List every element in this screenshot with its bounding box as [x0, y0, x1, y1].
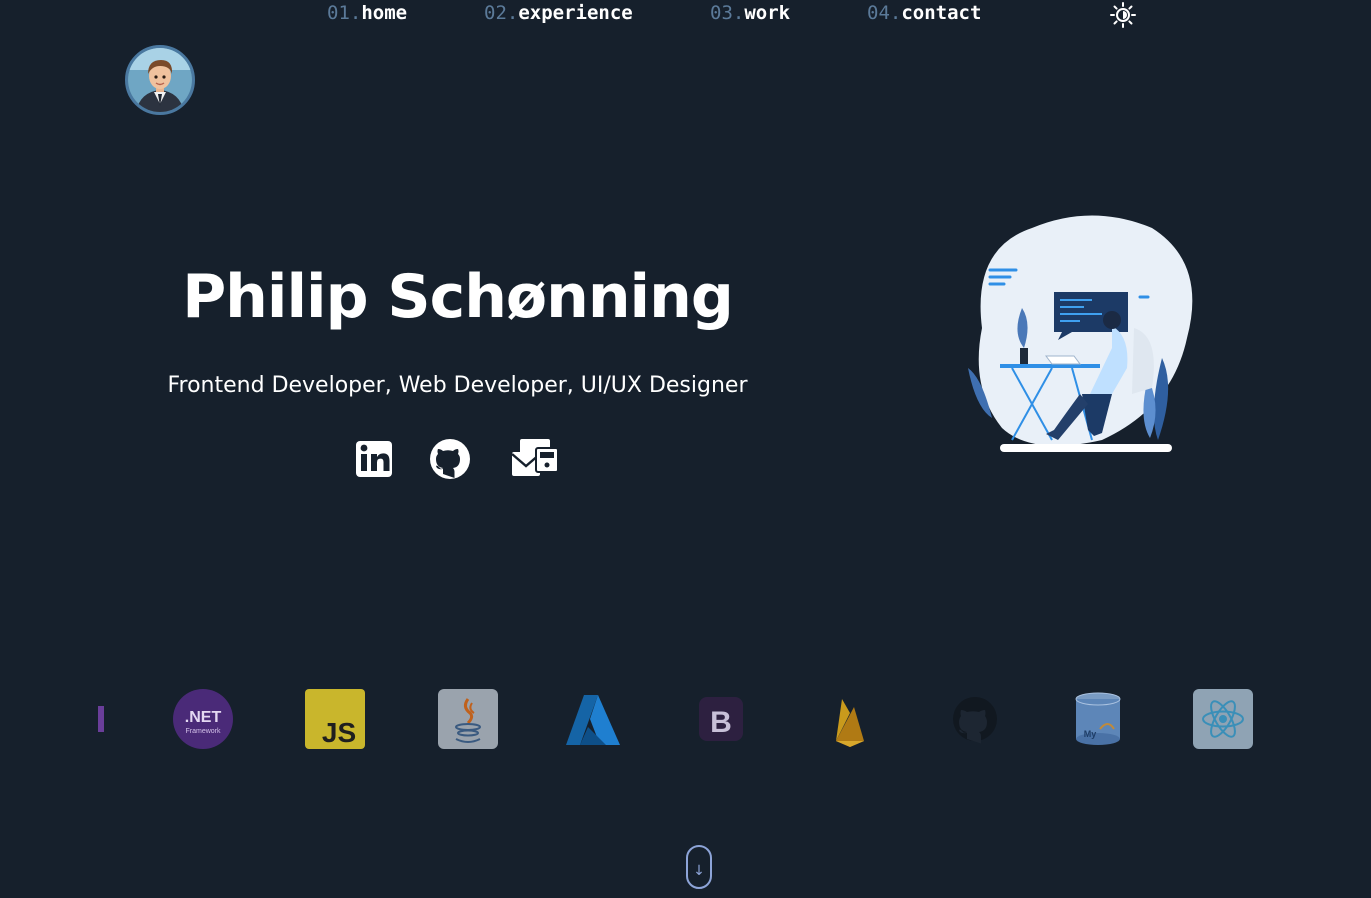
developer-at-desk-image: [968, 215, 1193, 452]
top-nav: 01.home 02.experience 03.work 04.contact: [0, 0, 1371, 30]
social-links: [0, 436, 915, 482]
tech-azure: [562, 689, 622, 749]
hero-subtitle: Frontend Developer, Web Developer, UI/UX…: [167, 373, 748, 398]
avatar-portrait: [128, 48, 192, 112]
developer-illustration: [962, 208, 1202, 458]
linkedin-link[interactable]: [351, 436, 397, 482]
nav-experience-label: experience: [518, 2, 633, 24]
github-icon: [430, 439, 470, 479]
dotnet-label: .NET: [185, 709, 222, 726]
react-icon: [1193, 689, 1253, 749]
nav-experience-number: 02.: [484, 2, 519, 24]
nav-home-label: home: [361, 2, 408, 24]
tech-dotnet: .NET Framework: [173, 689, 233, 749]
tech-github: [945, 689, 1005, 749]
tech-react: [1193, 689, 1253, 749]
bootstrap-icon: B: [699, 697, 743, 741]
nav-work-label: work: [744, 2, 791, 24]
scroll-down-button[interactable]: ↓: [686, 845, 712, 889]
github-icon: [953, 697, 997, 744]
sun-icon: [1110, 2, 1136, 28]
theme-toggle-button[interactable]: [1108, 2, 1138, 28]
tech-stack-strip: .NET Framework JS B My: [0, 684, 1371, 754]
mail-icon: [511, 439, 559, 476]
dotnet-icon: .NET Framework: [173, 689, 233, 749]
page-title: Philip Schønning: [182, 262, 734, 332]
github-link[interactable]: [427, 436, 473, 482]
tech-firebase: [820, 689, 880, 749]
avatar[interactable]: [125, 45, 195, 115]
java-icon: [438, 689, 498, 749]
arrow-down-icon: ↓: [693, 863, 705, 879]
bootstrap-label: B: [710, 706, 732, 739]
mail-link[interactable]: [510, 436, 559, 482]
javascript-label: JS: [322, 717, 356, 748]
tech-bootstrap: B: [691, 689, 751, 749]
nav-work-number: 03.: [710, 2, 745, 24]
linkedin-icon: [356, 441, 392, 477]
tech-java: [438, 689, 498, 749]
nav-home-number: 01.: [327, 2, 362, 24]
mysql-label: My: [1084, 729, 1097, 739]
nav-work[interactable]: 03.work: [710, 2, 790, 24]
mysql-icon: My: [1075, 692, 1121, 745]
azure-icon: [566, 695, 620, 745]
firebase-icon: [836, 699, 864, 747]
nav-home[interactable]: 01.home: [327, 2, 407, 24]
partial-tech-icon: [98, 706, 104, 732]
javascript-icon: JS: [305, 689, 365, 749]
tech-javascript: JS: [305, 689, 365, 749]
nav-experience[interactable]: 02.experience: [484, 2, 633, 24]
tech-mysql: My: [1068, 689, 1128, 749]
nav-contact-number: 04.: [867, 2, 902, 24]
dotnet-sublabel: Framework: [185, 728, 221, 735]
nav-contact-label: contact: [901, 2, 982, 24]
nav-contact[interactable]: 04.contact: [867, 2, 981, 24]
